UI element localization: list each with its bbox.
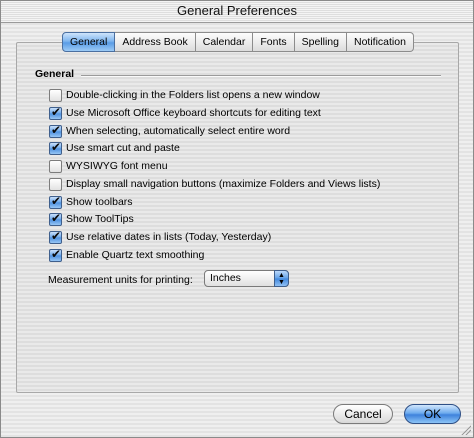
option-label: Enable Quartz text smoothing: [66, 249, 205, 261]
measurement-label: Measurement units for printing:: [48, 274, 193, 286]
measurement-units-select[interactable]: Inches ▲ ▼: [204, 270, 289, 287]
option-label: Display small navigation buttons (maximi…: [66, 178, 381, 190]
checkbox[interactable]: [49, 159, 62, 173]
checkbox[interactable]: [49, 177, 62, 191]
checkbox[interactable]: [49, 123, 62, 138]
window-title: General Preferences: [1, 1, 473, 23]
group-divider: [81, 75, 441, 77]
checkbox[interactable]: [49, 88, 62, 102]
tab-fonts[interactable]: Fonts: [253, 32, 295, 52]
option-smart-cut-paste[interactable]: Use smart cut and paste: [49, 140, 180, 156]
measurement-value: Inches: [210, 272, 241, 284]
option-show-tooltips[interactable]: Show ToolTips: [49, 211, 134, 227]
option-office-shortcuts[interactable]: Use Microsoft Office keyboard shortcuts …: [49, 105, 321, 121]
checkbox[interactable]: [49, 229, 62, 244]
tab-bar: General Address Book Calendar Fonts Spel…: [62, 32, 414, 52]
option-relative-dates[interactable]: Use relative dates in lists (Today, Yest…: [49, 229, 271, 245]
option-label: Use relative dates in lists (Today, Yest…: [66, 231, 272, 243]
option-label: Double-clicking in the Folders list open…: [66, 89, 320, 101]
group-title: General: [35, 68, 75, 80]
tab-address-book[interactable]: Address Book: [115, 32, 196, 52]
checkbox[interactable]: [49, 247, 62, 262]
option-label: Use smart cut and paste: [66, 142, 180, 154]
tab-calendar[interactable]: Calendar: [195, 32, 254, 52]
option-label: Show toolbars: [66, 196, 133, 208]
tab-spelling[interactable]: Spelling: [294, 32, 347, 52]
option-label: WYSIWYG font menu: [66, 160, 168, 172]
option-small-nav-buttons[interactable]: Display small navigation buttons (maximi…: [49, 176, 380, 192]
option-select-entire-word[interactable]: When selecting, automatically select ent…: [49, 123, 290, 139]
cancel-button[interactable]: Cancel: [333, 404, 393, 424]
tab-notification[interactable]: Notification: [347, 32, 414, 52]
option-label: Show ToolTips: [66, 213, 134, 225]
ok-button[interactable]: OK: [404, 404, 461, 424]
checkbox[interactable]: [49, 140, 62, 155]
tab-general[interactable]: General: [62, 32, 116, 52]
option-show-toolbars[interactable]: Show toolbars: [49, 194, 133, 210]
popup-arrows-icon: ▲ ▼: [274, 270, 289, 287]
option-double-click-new-window[interactable]: Double-clicking in the Folders list open…: [49, 87, 320, 103]
option-label: When selecting, automatically select ent…: [66, 125, 291, 137]
option-wysiwyg-font-menu[interactable]: WYSIWYG font menu: [49, 158, 168, 174]
option-label: Use Microsoft Office keyboard shortcuts …: [66, 107, 321, 119]
checkbox[interactable]: [49, 194, 62, 209]
resize-grip-icon[interactable]: [461, 425, 471, 435]
preferences-window: General Preferences General Address Book…: [0, 0, 474, 438]
checkbox[interactable]: [49, 211, 62, 226]
option-quartz-smoothing[interactable]: Enable Quartz text smoothing: [49, 247, 204, 263]
checkbox[interactable]: [49, 105, 62, 120]
